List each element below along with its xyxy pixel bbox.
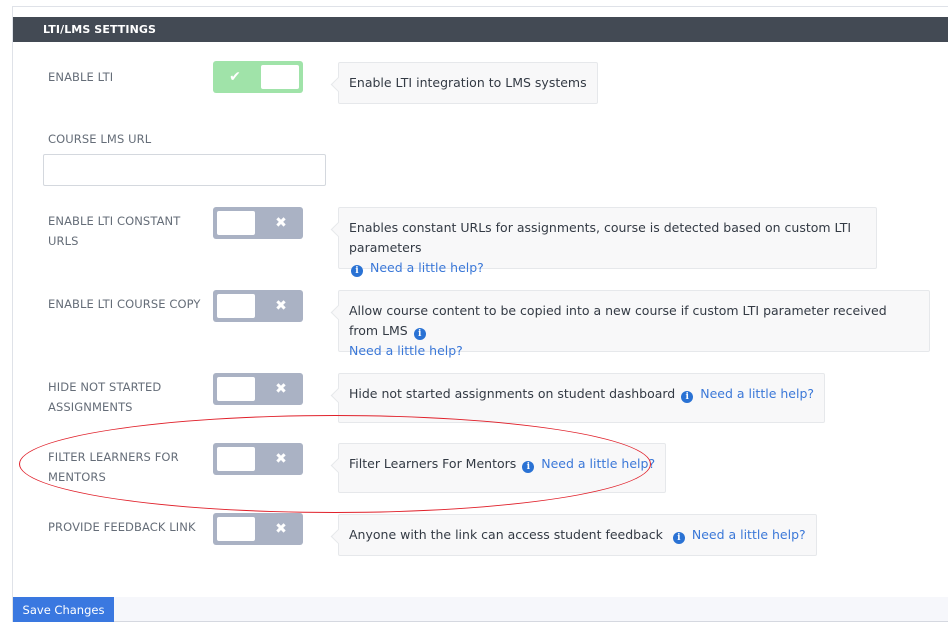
cross-icon: ✖ (275, 451, 287, 467)
toggle-knob (217, 377, 255, 401)
check-icon: ✔ (229, 69, 241, 85)
info-icon: i (672, 532, 685, 544)
cross-icon: ✖ (275, 521, 287, 537)
filter-learners-for-mentors-toggle[interactable]: ✖ (213, 443, 303, 475)
provide-feedback-link-toggle[interactable]: ✖ (213, 513, 303, 545)
enable-lti-course-copy-label: ENABLE LTI COURSE COPY (48, 297, 201, 311)
help-link[interactable]: Need a little help? (349, 343, 463, 358)
toggle-knob (217, 447, 255, 471)
course-lms-url-input[interactable] (43, 154, 326, 186)
description-text: Enable LTI integration to LMS systems (349, 75, 587, 90)
filter-learners-for-mentors-description: Filter Learners For Mentors i Need a lit… (338, 443, 667, 493)
info-icon: i (351, 265, 363, 277)
help-link[interactable]: Need a little help? (692, 527, 806, 542)
toggle-knob (217, 211, 255, 235)
provide-feedback-link-label: PROVIDE FEEDBACK LINK (48, 520, 196, 534)
hide-not-started-assignments-description: Hide not started assignments on student … (338, 373, 826, 423)
cross-icon: ✖ (275, 381, 287, 397)
cross-icon: ✖ (275, 298, 287, 314)
cross-icon: ✖ (275, 215, 287, 231)
toggle-knob (261, 65, 299, 89)
toggle-knob (217, 294, 255, 318)
enable-lti-description: Enable LTI integration to LMS systems (338, 62, 598, 104)
description-text: Hide not started assignments on student … (349, 386, 676, 401)
enable-lti-course-copy-toggle[interactable]: ✖ (213, 290, 303, 322)
hide-not-started-assignments-toggle[interactable]: ✖ (213, 373, 303, 405)
enable-lti-toggle[interactable]: ✔ (213, 61, 303, 93)
info-icon: i (413, 328, 426, 340)
description-text: Anyone with the link can access student … (349, 527, 663, 542)
description-text: Allow course content to be copied into a… (349, 303, 887, 338)
save-changes-button[interactable]: Save Changes (13, 597, 114, 622)
info-icon: i (522, 461, 535, 473)
lti-lms-settings-panel: LTI/LMS SETTINGS ENABLE LTI ✔ Enable LTI… (12, 6, 948, 622)
info-icon: i (681, 391, 694, 403)
section-title: LTI/LMS SETTINGS (13, 17, 948, 42)
help-link[interactable]: Need a little help? (541, 456, 655, 471)
description-text: Enables constant URLs for assignments, c… (349, 220, 852, 255)
enable-lti-course-copy-description: Allow course content to be copied into a… (338, 290, 930, 358)
panel-footer: Save Changes (13, 597, 948, 622)
help-link[interactable]: Need a little help? (700, 386, 814, 401)
description-text: Filter Learners For Mentors (349, 456, 517, 471)
enable-lti-constant-urls-label: ENABLE LTI CONSTANT URLS (48, 214, 181, 248)
toggle-knob (217, 517, 255, 541)
help-link[interactable]: Need a little help? (370, 260, 484, 275)
enable-lti-label: ENABLE LTI (48, 70, 114, 84)
provide-feedback-link-description: Anyone with the link can access student … (338, 514, 817, 556)
filter-learners-for-mentors-label: FILTER LEARNERS FOR MENTORS (48, 450, 179, 484)
enable-lti-constant-urls-description: Enables constant URLs for assignments, c… (338, 207, 877, 277)
course-lms-url-label: COURSE LMS URL (48, 132, 152, 146)
enable-lti-constant-urls-toggle[interactable]: ✖ (213, 207, 303, 239)
hide-not-started-assignments-label: HIDE NOT STARTED ASSIGNMENTS (48, 380, 162, 414)
